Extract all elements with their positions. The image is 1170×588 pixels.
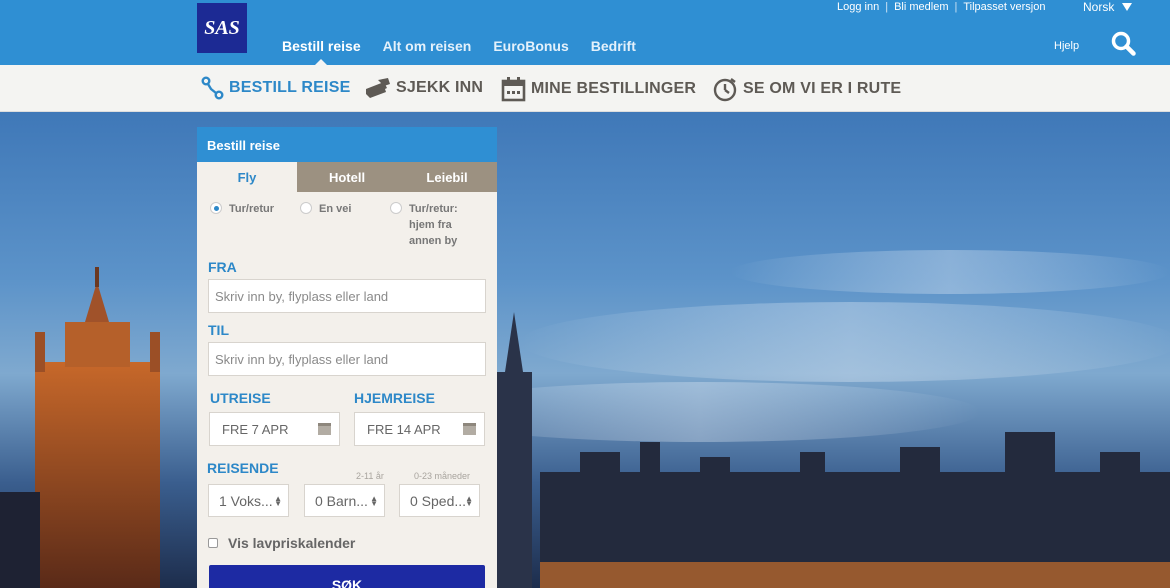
tab-hotell[interactable]: Hotell	[297, 162, 397, 192]
language-selector[interactable]: Norsk	[1083, 0, 1133, 14]
westminster-skyline-image	[0, 250, 1170, 588]
children-select[interactable]: 0 Barn... ▲ ▼	[304, 484, 385, 517]
search-button[interactable]: SØK	[209, 565, 485, 588]
children-age-hint: 2-11 år	[356, 471, 384, 481]
radio-selected-icon	[210, 202, 222, 214]
radio-icon	[300, 202, 312, 214]
search-icon[interactable]	[1110, 31, 1138, 57]
stepper-arrows-icon: ▲ ▼	[370, 494, 378, 508]
sub-nav: BESTILL REISE SJEKK INN MINE BESTILLINGE…	[0, 65, 1170, 112]
nav-eurobonus[interactable]: EuroBonus	[493, 38, 568, 54]
stopwatch-icon	[713, 78, 737, 102]
booking-panel: Bestill reise Fly Hotell Leiebil Tur/ret…	[197, 127, 497, 588]
calendar-icon	[501, 77, 526, 102]
to-input[interactable]: Skriv inn by, flyplass eller land	[208, 342, 486, 376]
radio-open-jaw[interactable]: Tur/retur: hjem fra annen by	[390, 201, 470, 249]
language-label: Norsk	[1083, 0, 1115, 14]
from-input[interactable]: Skriv inn by, flyplass eller land	[208, 279, 486, 313]
separator: |	[954, 1, 958, 13]
return-date-field[interactable]: FRE 14 APR	[354, 412, 485, 446]
tab-leiebil[interactable]: Leiebil	[397, 162, 497, 192]
subnav-se-om-vi-er-i-rute[interactable]: SE OM VI ER I RUTE	[713, 76, 901, 102]
booking-tabs: Fly Hotell Leiebil	[197, 162, 497, 192]
travelers-label: REISENDE	[207, 460, 279, 476]
calendar-icon	[318, 423, 331, 435]
radio-one-way[interactable]: En vei	[300, 201, 351, 217]
ticket-icon	[366, 78, 390, 98]
nav-bestill-reise[interactable]: Bestill reise	[282, 38, 361, 66]
tab-fly[interactable]: Fly	[197, 162, 297, 192]
subnav-mine-bestillinger[interactable]: MINE BESTILLINGER	[501, 76, 696, 102]
booking-panel-title: Bestill reise	[197, 127, 497, 162]
sas-logo[interactable]: SAS	[197, 3, 247, 53]
signup-link[interactable]: Bli medlem	[894, 1, 948, 13]
from-label: FRA	[208, 259, 237, 275]
to-label: TIL	[208, 322, 229, 338]
lowfare-calendar-checkbox[interactable]: Vis lavpriskalender	[208, 535, 355, 551]
top-bar: SAS Bestill reise Alt om reisen EuroBonu…	[0, 0, 1170, 66]
separator: |	[885, 1, 889, 13]
subnav-sjekk-inn[interactable]: SJEKK INN	[364, 76, 483, 100]
hero-image	[0, 112, 1170, 588]
infant-age-hint: 0-23 måneder	[414, 471, 471, 481]
stepper-arrows-icon: ▲ ▼	[465, 494, 473, 508]
radio-round-trip[interactable]: Tur/retur	[210, 201, 274, 217]
accessible-version-link[interactable]: Tilpasset versjon	[963, 1, 1045, 13]
depart-date-field[interactable]: FRE 7 APR	[209, 412, 340, 446]
route-icon	[201, 76, 224, 100]
login-link[interactable]: Logg inn	[837, 1, 879, 13]
chevron-down-icon	[1122, 3, 1133, 11]
subnav-bestill-reise[interactable]: BESTILL REISE	[201, 76, 350, 100]
nav-alt-om-reisen[interactable]: Alt om reisen	[383, 38, 472, 54]
infants-select[interactable]: 0 Sped... ▲ ▼	[399, 484, 480, 517]
depart-label: UTREISE	[210, 390, 271, 406]
return-label: HJEMREISE	[354, 390, 435, 406]
top-links: Logg inn | Bli medlem | Tilpasset versjo…	[837, 1, 1045, 13]
nav-bedrift[interactable]: Bedrift	[591, 38, 636, 54]
checkbox-icon	[208, 538, 218, 548]
adults-select[interactable]: 1 Voks... ▲ ▼	[208, 484, 289, 517]
help-link[interactable]: Hjelp	[1054, 40, 1079, 52]
radio-icon	[390, 202, 402, 214]
stepper-arrows-icon: ▲ ▼	[274, 494, 282, 508]
calendar-icon	[463, 423, 476, 435]
main-nav: Bestill reise Alt om reisen EuroBonus Be…	[282, 38, 636, 66]
